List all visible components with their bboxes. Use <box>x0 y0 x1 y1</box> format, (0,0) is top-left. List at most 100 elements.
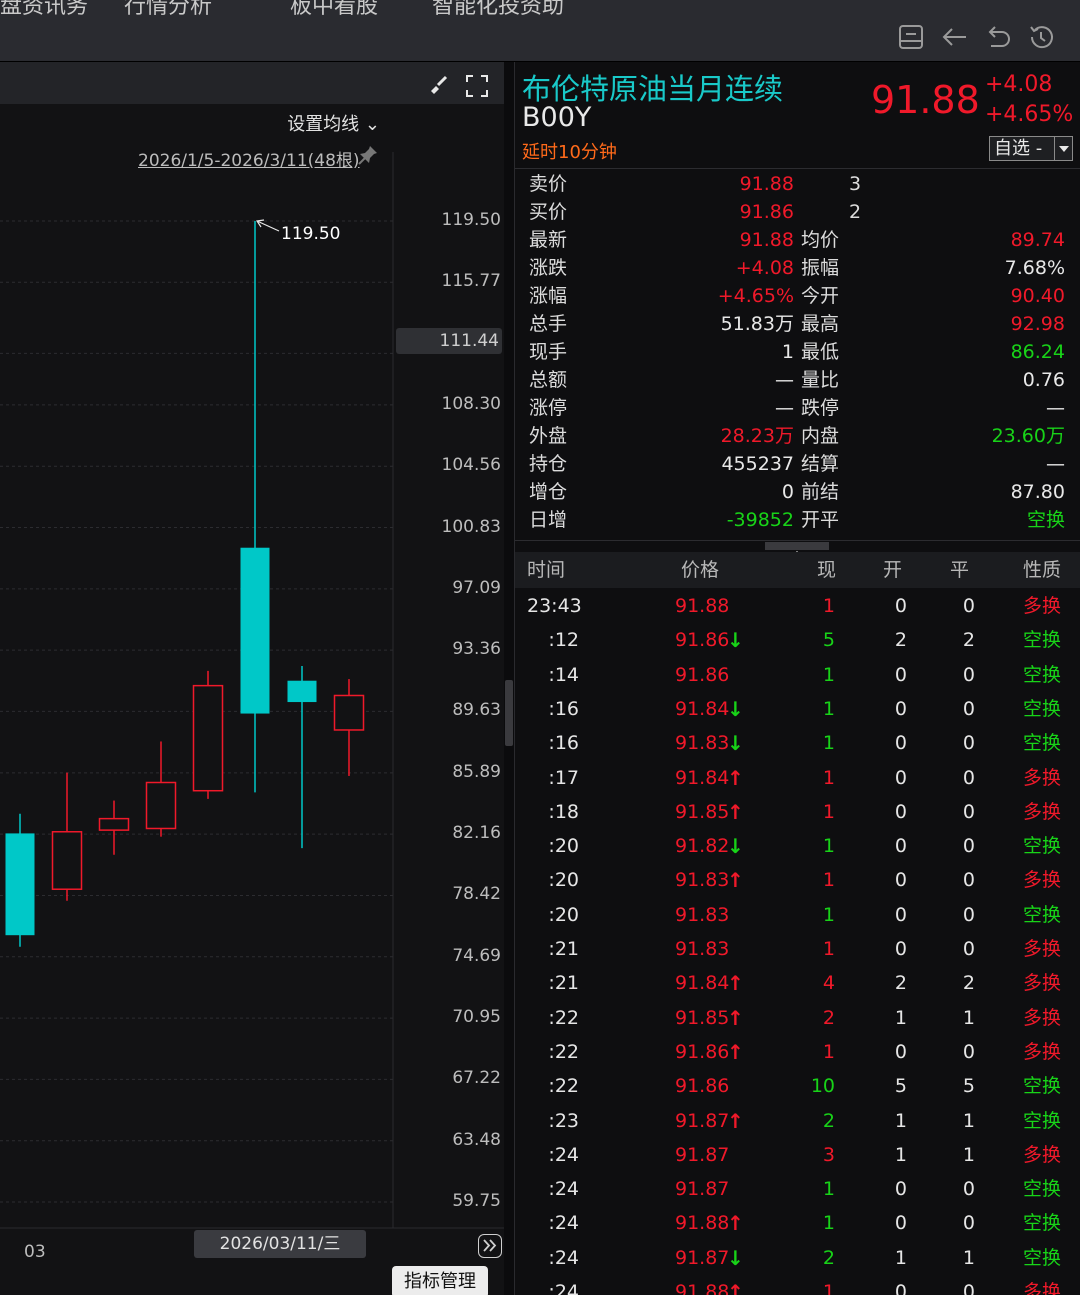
stat-row: 现手 1 最低 86.24 <box>515 338 1080 366</box>
tick-row[interactable]: :21 91.84 ↑ 4 2 2 多换 <box>515 966 1080 1000</box>
history-icon[interactable] <box>1026 22 1056 52</box>
stat-value: 89.74 <box>1010 229 1065 251</box>
arrow-down-icon: ↓ <box>727 696 744 721</box>
tick-close: 0 <box>962 595 975 617</box>
stat-label: 内盘 <box>801 425 840 447</box>
watchlist-dropdown[interactable]: 自选 - <box>989 136 1073 161</box>
tick-open: 1 <box>894 1143 907 1166</box>
tick-row[interactable]: :24 91.87 3 1 1 多换 <box>515 1138 1080 1172</box>
tick-time: :14 <box>548 663 579 686</box>
tick-close: 0 <box>962 903 975 926</box>
tick-price: 91.86 <box>675 1075 730 1098</box>
tick-close: 0 <box>962 732 975 755</box>
stat-value: — <box>775 397 794 419</box>
tick-volume: 1 <box>822 835 835 858</box>
tick-open: 1 <box>894 1109 907 1132</box>
tick-price: 91.87 <box>675 1143 730 1166</box>
pin-icon[interactable] <box>357 144 379 166</box>
tick-row[interactable]: :20 91.83 1 0 0 空换 <box>515 898 1080 932</box>
tick-row[interactable]: :22 91.86 10 5 5 空换 <box>515 1069 1080 1103</box>
tick-row[interactable]: :22 91.85 ↑ 2 1 1 多换 <box>515 1001 1080 1035</box>
tick-row[interactable]: :23 91.87 ↑ 2 1 1 空换 <box>515 1104 1080 1138</box>
date-range-label[interactable]: 2026/1/5-2026/3/11(48根) <box>138 146 360 171</box>
tick-row[interactable]: :18 91.85 ↑ 1 0 0 多换 <box>515 795 1080 829</box>
stat-row: 增仓 0 前结 87.80 <box>515 478 1080 506</box>
stat-value: 23.60万 <box>991 425 1065 447</box>
kline-chart-panel[interactable]: 119.50 设置均线 ⌄ 2026/1/5-2026/3/11(48根) 11… <box>0 62 504 1295</box>
tick-row[interactable]: :14 91.86 1 0 0 空换 <box>515 658 1080 692</box>
watchlist-label: 自选 - <box>994 138 1043 159</box>
tick-row[interactable]: :17 91.84 ↑ 1 0 0 多换 <box>515 761 1080 795</box>
menu-tab-0[interactable]: 盘资讯务 <box>0 0 88 20</box>
tick-row[interactable]: :22 91.86 ↑ 1 0 0 多换 <box>515 1035 1080 1069</box>
expand-handle[interactable] <box>765 542 829 556</box>
tick-row[interactable]: :24 91.87 1 0 0 空换 <box>515 1172 1080 1206</box>
panel-splitter-handle[interactable] <box>505 680 513 746</box>
kline-chart[interactable]: 119.50 <box>0 62 504 1295</box>
tick-row[interactable]: :16 91.83 ↓ 1 0 0 空换 <box>515 726 1080 760</box>
x-axis-label: 03 <box>24 1242 46 1262</box>
tick-price: 91.86 <box>675 663 730 686</box>
back-arrow-icon[interactable] <box>940 22 970 52</box>
tick-nature: 多换 <box>1023 1006 1062 1029</box>
order-book-row: 买价 91.86 2 <box>515 198 1080 226</box>
tick-open: 0 <box>894 697 907 720</box>
last-price: 91.88 <box>871 78 980 122</box>
arrow-up-icon: ↑ <box>727 765 744 790</box>
tick-row[interactable]: :24 91.88 ↑ 1 0 0 空换 <box>515 1206 1080 1240</box>
tick-time: :21 <box>548 938 579 960</box>
tick-row[interactable]: :16 91.84 ↓ 1 0 0 空换 <box>515 692 1080 726</box>
tick-row[interactable]: :20 91.82 ↓ 1 0 0 空换 <box>515 829 1080 863</box>
tick-row[interactable]: 23:43 91.88 1 0 0 多换 <box>515 589 1080 623</box>
tick-row[interactable]: :12 91.86 ↓ 5 2 2 空换 <box>515 623 1080 657</box>
menu-tab-1[interactable]: 行情分析 <box>124 0 212 20</box>
y-tick-label: 108.30 <box>441 393 501 414</box>
fullscreen-icon[interactable] <box>465 74 489 98</box>
tick-open: 0 <box>894 903 907 926</box>
set-ma-dropdown[interactable]: 设置均线 ⌄ <box>287 110 380 136</box>
y-tick-label: 97.09 <box>452 577 501 598</box>
stat-value: 51.83万 <box>720 313 794 335</box>
tick-volume: 1 <box>822 697 835 720</box>
stat-label: 总额 <box>529 369 568 391</box>
stat-value: 0 <box>781 481 794 503</box>
stat-value: 空换 <box>1026 509 1065 531</box>
tick-volume: 2 <box>822 1109 835 1132</box>
indicator-manager-button[interactable]: 指标管理 <box>392 1266 488 1295</box>
stat-row: 总手 51.83万 最高 92.98 <box>515 310 1080 338</box>
arrow-up-icon: ↑ <box>727 1280 744 1295</box>
tick-open: 0 <box>894 732 907 755</box>
brush-icon[interactable] <box>428 74 448 94</box>
arrow-down-icon: ↓ <box>727 628 744 653</box>
tick-volume: 1 <box>822 1178 835 1201</box>
menu-tab-2[interactable]: 板中看股 <box>290 0 378 20</box>
tick-time: :20 <box>548 869 579 892</box>
y-tick-label: 63.48 <box>452 1129 501 1150</box>
stat-label: 外盘 <box>529 425 568 447</box>
tick-close: 0 <box>962 1281 975 1295</box>
y-tick-label: 70.95 <box>452 1007 501 1028</box>
tick-price: 91.83 <box>675 938 730 960</box>
tick-time: :24 <box>548 1143 579 1166</box>
ticks-header: 时间 价格 现 开 平 性质 <box>515 552 1080 588</box>
stat-label: 日增 <box>529 509 568 531</box>
undo-icon[interactable] <box>983 22 1013 52</box>
y-tick-label: 85.89 <box>452 761 501 782</box>
order-book-row: 卖价 91.88 3 <box>515 170 1080 198</box>
tick-volume: 1 <box>822 732 835 755</box>
tick-row[interactable]: :24 91.87 ↓ 2 1 1 空换 <box>515 1241 1080 1275</box>
stat-label: 量比 <box>801 369 840 391</box>
tick-row[interactable]: :20 91.83 ↑ 1 0 0 多换 <box>515 863 1080 897</box>
arrow-down-icon: ↓ <box>727 1245 744 1270</box>
tick-price: 91.83 <box>675 903 730 926</box>
tick-row[interactable]: :24 91.88 ↑ 1 0 0 多换 <box>515 1275 1080 1295</box>
menu-tab-3[interactable]: 智能化投资助 <box>432 0 564 20</box>
tick-close: 0 <box>962 697 975 720</box>
window-icon[interactable] <box>896 22 926 52</box>
tick-nature: 空换 <box>1023 1075 1062 1098</box>
tick-nature: 空换 <box>1023 629 1062 652</box>
arrow-up-icon: ↑ <box>727 868 744 893</box>
stat-value: 90.40 <box>1010 285 1065 307</box>
jump-to-latest-button[interactable] <box>478 1234 502 1258</box>
tick-row[interactable]: :21 91.83 1 0 0 多换 <box>515 932 1080 966</box>
